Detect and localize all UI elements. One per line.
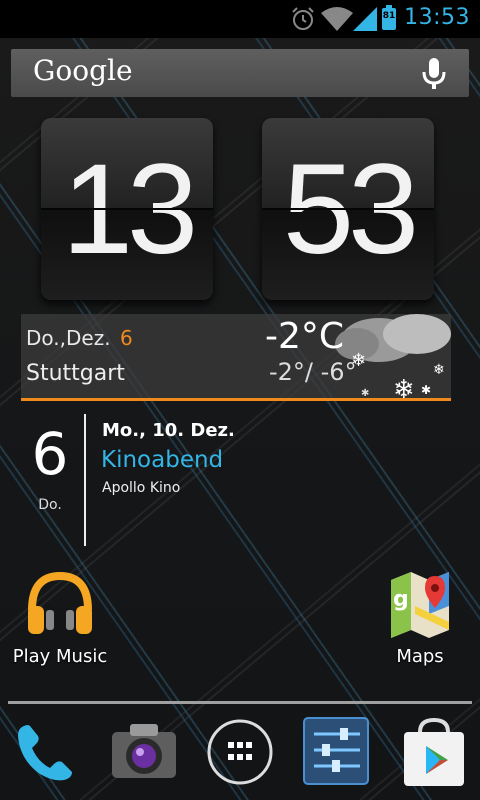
app-drawer-icon[interactable] (204, 716, 276, 788)
svg-text:❄: ❄ (433, 362, 445, 378)
weather-date-label: Do.,Dez. (26, 326, 111, 350)
clock-minutes: 53 (282, 138, 419, 281)
app-play-music[interactable]: Play Music (10, 566, 110, 667)
dock-divider (8, 701, 472, 704)
camera-icon[interactable] (108, 716, 180, 788)
weather-widget[interactable]: Do.,Dez. 6 Stuttgart ❄ ❄ ❄ ✱ ✱ -2°C -2°/… (21, 314, 451, 401)
clock-hours-card[interactable]: 13 (41, 118, 213, 300)
weather-day-number: 6 (120, 326, 133, 350)
weather-current-temp: -2°C (265, 316, 345, 357)
calendar-weekday: Do. (38, 497, 62, 513)
svg-text:✱: ✱ (421, 383, 431, 397)
battery-level: 81 (382, 11, 396, 21)
svg-text:❄: ❄ (393, 375, 415, 398)
svg-text:g: g (393, 587, 409, 612)
calendar-day-number: 6 (31, 420, 69, 488)
app-label: Maps (396, 646, 444, 667)
status-bar: 81 13:53 (0, 0, 480, 38)
headphones-icon (28, 571, 92, 634)
app-label: Play Music (12, 646, 108, 667)
event-location: Apollo Kino (102, 480, 181, 496)
clock-hours: 13 (61, 138, 198, 281)
wifi-icon (321, 7, 353, 31)
alarm-icon (292, 7, 314, 30)
settings-icon[interactable] (302, 716, 374, 788)
status-time: 13:53 (404, 5, 470, 30)
signal-icon (353, 7, 377, 31)
maps-icon: g (391, 572, 449, 638)
event-date: Mo., 10. Dez. (102, 420, 235, 441)
phone-icon[interactable] (10, 716, 82, 788)
svg-text:✱: ✱ (361, 388, 369, 398)
play-store-icon[interactable] (398, 716, 470, 788)
google-search-bar[interactable]: Google (11, 49, 469, 97)
calendar-divider (84, 414, 86, 546)
app-maps[interactable]: g Maps (372, 566, 468, 667)
google-logo[interactable]: Google (33, 54, 133, 87)
weather-city: Stuttgart (26, 361, 125, 386)
clock-minutes-card[interactable]: 53 (262, 118, 434, 300)
weather-temp-range: -2°/ -6° (269, 358, 357, 386)
mic-icon[interactable] (421, 57, 447, 91)
event-title[interactable]: Kinoabend (101, 447, 223, 473)
